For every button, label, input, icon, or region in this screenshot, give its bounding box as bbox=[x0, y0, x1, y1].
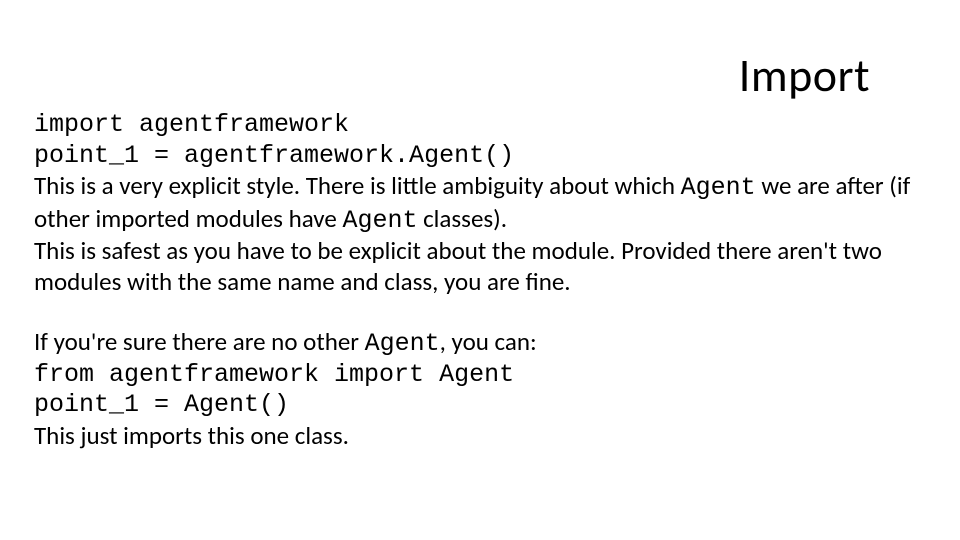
code-line-from-import: from agentframework import Agent bbox=[34, 360, 926, 391]
intro-line: If you're sure there are no other Agent,… bbox=[34, 327, 926, 360]
code-line-import: import agentframework bbox=[34, 110, 926, 141]
code-line-assign-2: point_1 = Agent() bbox=[34, 390, 926, 421]
text-fragment: If you're sure there are no other bbox=[34, 326, 365, 357]
text-fragment: classes). bbox=[417, 203, 507, 234]
inline-code-agent: Agent bbox=[365, 329, 440, 358]
code-line-assign-1: point_1 = agentframework.Agent() bbox=[34, 141, 926, 172]
inline-code-agent: Agent bbox=[681, 173, 756, 202]
paragraph-gap bbox=[34, 297, 926, 327]
inline-code-agent: Agent bbox=[342, 206, 417, 235]
text-fragment: This is a very explicit style. There is … bbox=[34, 170, 681, 201]
slide-body: import agentframework point_1 = agentfra… bbox=[34, 110, 926, 451]
slide-title: Import bbox=[739, 48, 870, 104]
slide: Import import agentframework point_1 = a… bbox=[0, 0, 960, 540]
explanation-1: This is a very explicit style. There is … bbox=[34, 171, 926, 236]
outro-line: This just imports this one class. bbox=[34, 421, 926, 452]
explanation-2: This is safest as you have to be explici… bbox=[34, 236, 926, 297]
text-fragment: , you can: bbox=[440, 326, 537, 357]
